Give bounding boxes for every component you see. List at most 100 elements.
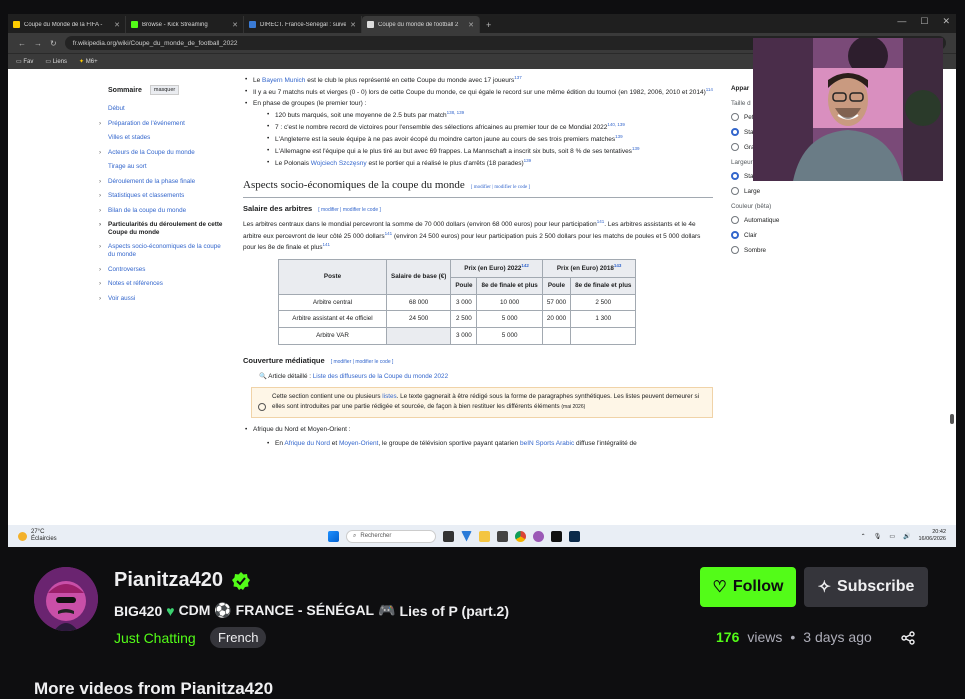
link-diffuseurs[interactable]: Liste des diffuseurs de la Coupe du mond… (313, 373, 448, 380)
avatar-image (34, 567, 98, 631)
forward-icon[interactable]: → (34, 39, 42, 48)
app-icon[interactable] (497, 530, 508, 542)
radio-color-light[interactable]: Clair (731, 231, 841, 239)
table-row: Arbitre VAR 3 000 5 000 (278, 327, 637, 345)
stream-title: BIG420 ♥ CDM ⚽ FRANCE - SÉNÉGAL 🎮 Lies o… (114, 602, 509, 619)
system-tray: ⌃ 🎙 ▭ 🔊 20:42 16/06/2026 (861, 529, 956, 543)
edit-links[interactable]: [ modifier | modifier le code ] (318, 207, 381, 213)
windows-taskbar: 27°C Éclaircies ⌕ Rechercher ⌃ 🎙 ▭ 🔊 20:42… (8, 525, 956, 547)
toc-item[interactable]: › Notes et références (99, 280, 226, 288)
news-favicon-icon (249, 21, 256, 28)
toc-item[interactable]: Début (108, 105, 226, 113)
list-item: Il y a eu 7 matchs nuls et vierges (0 - … (243, 87, 713, 98)
category-link[interactable]: Just Chatting (114, 630, 196, 646)
browser-tab[interactable]: Coupe du Monde de la FIFA - ✕ (8, 16, 126, 33)
toc-item[interactable]: › Bilan de la coupe du monde (99, 207, 226, 215)
paragraph: Les arbitres centraux dans le mondial pe… (243, 219, 701, 251)
bookmark-item[interactable]: ▭ Liens (45, 58, 67, 65)
toc-item[interactable]: › Déroulement de la phase finale (99, 178, 226, 186)
browser-tab[interactable]: Browse - Kick Streaming ✕ (126, 16, 244, 33)
streamer-webcam-image (753, 38, 943, 181)
avatar[interactable] (34, 567, 98, 631)
video-stats: 176 views • 3 days ago (716, 629, 872, 645)
windows-start-icon[interactable] (328, 530, 339, 542)
close-tab-icon[interactable]: ✕ (232, 21, 238, 29)
toc-item[interactable]: › Préparation de l'événement (99, 120, 226, 128)
edit-links[interactable]: [ modifier | modifier le code ] (471, 185, 530, 190)
page-scrollbar[interactable] (950, 414, 954, 424)
toc-item[interactable]: › Controverses (99, 266, 226, 274)
toc-title: Sommaire (108, 86, 142, 94)
bookmark-item[interactable]: ✦ M6+ (79, 58, 98, 65)
toc-item[interactable]: › Particularités du déroulement de cette … (99, 221, 226, 236)
app-icon[interactable] (461, 530, 472, 542)
close-window-icon[interactable]: ✕ (942, 16, 950, 27)
taskbar-search[interactable]: ⌕ Rechercher (346, 529, 436, 543)
link-szczesny[interactable]: Wojciech Szczęsny (311, 161, 367, 168)
share-icon[interactable] (901, 631, 915, 645)
list-item: 120 buts marqués, soit une moyenne de 2.… (265, 110, 713, 121)
file-explorer-icon[interactable] (479, 530, 490, 542)
list-item: L'Allemagne est l'équipe qui a le plus t… (265, 146, 713, 157)
list-item: L'Angleterre est la seule équipe à ne pa… (265, 134, 713, 145)
taskbar-apps: ⌕ Rechercher (328, 529, 580, 543)
weather-widget[interactable]: 27°C Éclaircies (8, 529, 328, 543)
toc-item[interactable]: Tirage au sort (108, 163, 226, 171)
toc-item[interactable]: Villes et stades (108, 134, 226, 142)
close-tab-icon[interactable]: ✕ (468, 21, 474, 29)
radio-width-large[interactable]: Large (731, 187, 841, 195)
toc-item[interactable]: › Voir aussi (99, 295, 226, 303)
reload-icon[interactable]: ↻ (50, 39, 57, 48)
browser-tab[interactable]: DIRECT. France-Sénégal : suive ✕ (244, 16, 362, 33)
bookmark-item[interactable]: ▭ Fav (16, 58, 33, 65)
browser-tab-active[interactable]: Coupe du monde de football 2 ✕ (362, 16, 480, 33)
channel-name[interactable]: Pianitza420 (114, 569, 251, 592)
gamepad-icon: 🎮 (378, 602, 396, 618)
chevron-right-icon: › (99, 206, 102, 214)
chevron-up-icon[interactable]: ⌃ (861, 533, 866, 540)
article-body: Le Bayern Munich est le club le plus rep… (243, 75, 713, 450)
maximize-icon[interactable]: ☐ (920, 16, 928, 27)
list-item: Afrique du Nord et Moyen-Orient : En Afr… (243, 425, 713, 449)
subsection-heading: Couverture médiatique[ modifier | modifi… (243, 355, 394, 365)
toc-item[interactable]: › Acteurs de la Coupe du monde (99, 149, 226, 157)
toc-item[interactable]: › Statistiques et classements (99, 192, 226, 200)
microphone-icon[interactable]: 🎙 (874, 533, 882, 540)
link-bayern[interactable]: Bayern Munich (262, 77, 305, 84)
clock[interactable]: 20:42 16/06/2026 (918, 529, 946, 543)
chrome-icon[interactable] (515, 530, 526, 542)
radio-color-dark[interactable]: Sombre (731, 246, 841, 254)
photoshop-icon[interactable] (569, 530, 580, 542)
subscribe-button[interactable]: ✧ Subscribe (804, 567, 928, 607)
back-icon[interactable]: ← (18, 39, 26, 48)
subsection-heading: Salaire des arbitres[ modifier | modifie… (243, 203, 381, 213)
verified-badge-icon (231, 571, 250, 590)
list-item: Le Polonais Wojciech Szczęsny est le por… (265, 158, 713, 169)
new-tab-button[interactable]: + (480, 20, 497, 33)
window-controls: — ☐ ✕ (897, 16, 950, 27)
close-tab-icon[interactable]: ✕ (114, 21, 120, 29)
table-of-contents: Sommaire masquer Début › Préparation de l'é… (99, 85, 226, 309)
network-icon[interactable]: ▭ (889, 533, 895, 540)
chevron-right-icon: › (99, 221, 102, 229)
close-tab-icon[interactable]: ✕ (350, 21, 356, 29)
heart-icon: ♡ (712, 579, 727, 596)
app-icon[interactable] (533, 530, 544, 542)
edit-links[interactable]: [ modifier | modifier le code ] (331, 359, 394, 365)
table-row: Arbitre central 68 000 3 000 10 000 57 000 2 … (278, 293, 637, 312)
search-icon: ⌕ (353, 532, 357, 539)
referee-salary-table: Poste Salaire de base (€) Prix (en Euro)… (278, 259, 637, 345)
language-tag[interactable]: French (210, 627, 267, 648)
chevron-right-icon: › (99, 280, 102, 288)
task-view-icon[interactable] (443, 530, 454, 542)
capcut-icon[interactable] (551, 530, 562, 542)
volume-icon[interactable]: 🔊 (903, 533, 910, 540)
video-frame[interactable]: Coupe du Monde de la FIFA - ✕ Browse - K… (0, 0, 965, 547)
chevron-right-icon: › (99, 294, 102, 302)
follow-button[interactable]: ♡ Follow (700, 567, 796, 607)
radio-color-auto[interactable]: Automatique (731, 216, 841, 224)
minimize-icon[interactable]: — (897, 16, 906, 27)
toc-item[interactable]: › Aspects socio-économiques de la coupe d… (99, 243, 226, 258)
chevron-right-icon: › (99, 148, 102, 156)
toc-hide-button[interactable]: masquer (149, 85, 180, 95)
